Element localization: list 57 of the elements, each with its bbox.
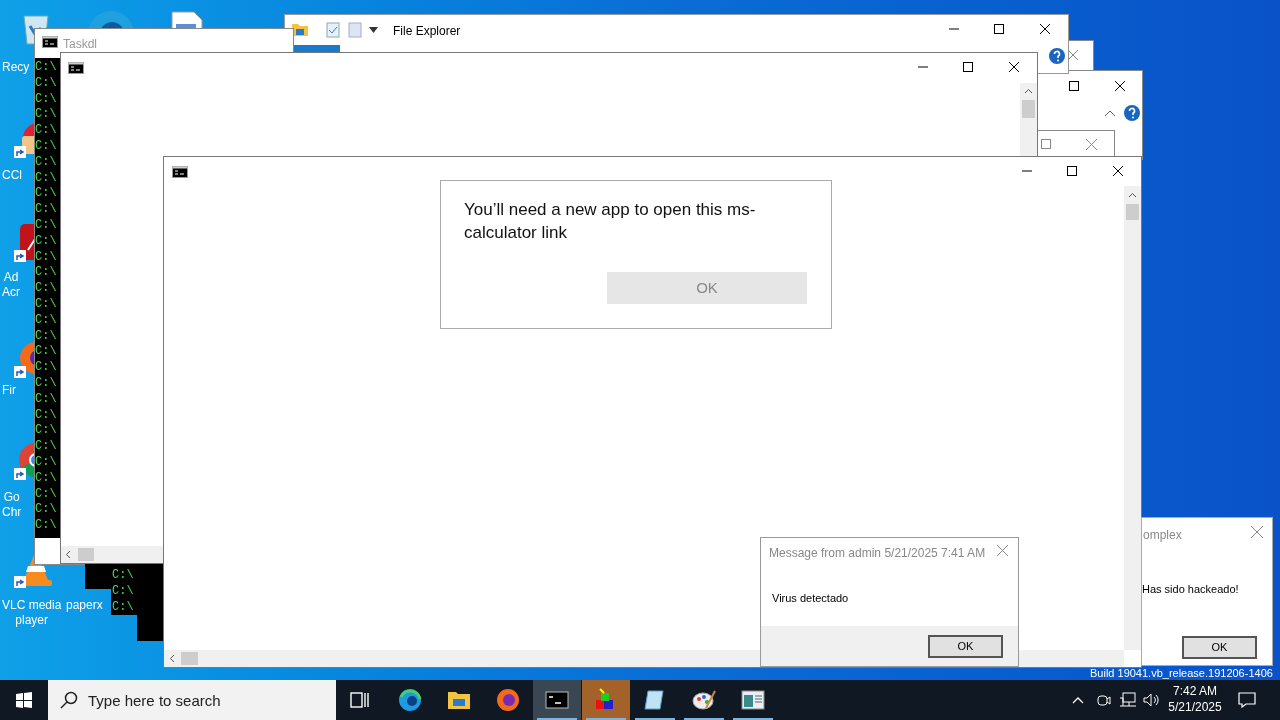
console-line: C:\ xyxy=(112,568,134,582)
window-title: File Explorer xyxy=(393,23,461,40)
console-line: C:\ xyxy=(35,423,57,438)
console-line: C:\ xyxy=(35,486,57,501)
clock[interactable]: 7:42 AM 5/21/2025 xyxy=(1164,683,1226,715)
console-line: C:\ xyxy=(112,584,134,598)
console-line: C:\ xyxy=(35,470,57,485)
console-line: C:\ xyxy=(35,75,57,90)
dialog-title: omplex xyxy=(1143,527,1182,544)
console-line: C:\ xyxy=(35,502,57,517)
window-title: Taskdl xyxy=(63,36,97,53)
build-text: Build 19041.vb_release.191206-1406 xyxy=(1090,666,1273,681)
console-line: C:\ xyxy=(35,455,57,469)
search-field[interactable]: Type here to search xyxy=(48,680,336,720)
console-line: C:\ xyxy=(35,297,57,311)
icon-label: VLC media xyxy=(2,598,62,613)
icon-label: Acr xyxy=(2,285,20,300)
icon-label: CCl xyxy=(2,168,22,183)
dialog-title: Message from admin 5/21/2025 7:41 AM xyxy=(769,545,986,562)
console-line: C:\ xyxy=(35,265,57,280)
console-line: C:\ xyxy=(35,249,57,264)
icon-label: Fir xyxy=(2,383,16,398)
icon-label: Chr xyxy=(2,505,22,520)
console-line: C:\ xyxy=(35,154,57,169)
console-line: C:\ xyxy=(35,107,57,122)
clock-date: 5/21/2025 xyxy=(1168,699,1222,715)
console-line: C:\ xyxy=(35,518,57,533)
console-line: C:\ xyxy=(35,186,57,201)
console-line: C:\ xyxy=(35,60,57,74)
console-line: C:\ xyxy=(35,312,57,327)
dialog-message: You’ll need a new app to open this ms-calculator link xyxy=(464,199,757,244)
console-line: C:\ xyxy=(35,123,57,138)
clock-time: 7:42 AM xyxy=(1173,683,1217,699)
dialog-message: Has sido hackeado! xyxy=(1142,582,1239,597)
console-line: C:\ xyxy=(35,233,57,248)
console-line: C:\ xyxy=(35,360,57,375)
console-line: C:\ xyxy=(35,407,57,422)
icon-label: paperx xyxy=(66,598,103,613)
icon-label: player xyxy=(15,613,49,628)
console-line: C:\ xyxy=(35,376,57,390)
ok-button[interactable]: OK xyxy=(928,635,1003,658)
console-line: C:\ xyxy=(35,218,57,232)
console-line: C:\ xyxy=(35,170,57,185)
icon-label: Ad xyxy=(3,270,19,285)
console-line: C:\ xyxy=(35,439,57,454)
icon-label: Go xyxy=(3,490,20,505)
console-line: C:\ xyxy=(112,600,134,614)
console-line: C:\ xyxy=(35,281,57,296)
icon-label: Recy xyxy=(2,60,30,75)
console-line: C:\ xyxy=(35,391,57,406)
console-line: C:\ xyxy=(35,202,57,217)
console-line: C:\ xyxy=(35,328,57,343)
console-line: C:\ xyxy=(35,91,57,106)
ok-button[interactable]: OK xyxy=(1182,636,1257,659)
console-line: C:\ xyxy=(35,139,57,153)
console-line: C:\ xyxy=(35,344,57,359)
dialog-message: Virus detectado xyxy=(772,591,849,606)
